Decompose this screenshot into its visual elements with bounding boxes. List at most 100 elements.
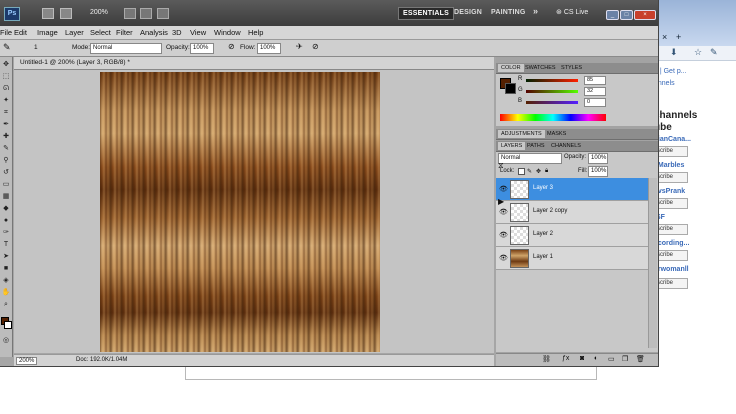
marquee-tool-icon[interactable]: ⬚ xyxy=(1,73,11,81)
layer-name[interactable]: Layer 3 xyxy=(533,185,553,191)
menu-file[interactable]: File xyxy=(0,28,12,37)
tab-swatches[interactable]: SWATCHES xyxy=(522,64,559,72)
subscribe-button[interactable]: scribe xyxy=(654,278,688,289)
minibridge-icon[interactable] xyxy=(60,8,72,19)
lock-transparent-icon[interactable] xyxy=(518,168,525,175)
actions-panel-icon[interactable]: ▶ xyxy=(498,197,504,206)
shape-tool-icon[interactable]: ■ xyxy=(1,265,11,273)
move-tool-icon[interactable]: ✥ xyxy=(1,61,11,69)
layer-style-icon[interactable]: ƒx xyxy=(562,355,569,362)
link-layers-icon[interactable]: ⛓ xyxy=(542,355,551,363)
menu-layer[interactable]: Layer xyxy=(65,28,84,37)
menu-image[interactable]: Image xyxy=(37,28,58,37)
bookmark-icon[interactable]: ☆ xyxy=(694,47,702,58)
layer-mask-icon[interactable]: ◙ xyxy=(580,355,584,362)
layer-name[interactable]: Layer 1 xyxy=(533,254,553,260)
blue-value[interactable]: 0 xyxy=(584,98,606,107)
layer-row-layer-2-copy[interactable]: 👁︎ Layer 2 copy xyxy=(496,201,648,224)
subscribe-button[interactable]: scribe xyxy=(654,250,688,261)
new-group-icon[interactable]: ▭ xyxy=(608,355,615,363)
workspace-design[interactable]: DESIGN xyxy=(454,9,482,16)
subscribe-button[interactable]: scribe xyxy=(654,198,688,209)
menu-analysis[interactable]: Analysis xyxy=(140,28,168,37)
cs-live-button[interactable]: ⊛ CS Live xyxy=(556,8,588,16)
menu-filter[interactable]: Filter xyxy=(116,28,133,37)
new-tab-icon[interactable]: + xyxy=(676,32,681,42)
healing-tool-icon[interactable]: ✚ xyxy=(1,133,11,141)
arrange-documents-icon[interactable] xyxy=(140,8,152,19)
download-icon[interactable]: ⬇ xyxy=(670,47,678,58)
close-tab-icon[interactable]: × xyxy=(662,32,667,42)
tab-adjustments[interactable]: ADJUSTMENTS xyxy=(498,130,545,138)
layers-scrollbar[interactable] xyxy=(648,178,657,348)
opacity-input[interactable]: 100% xyxy=(190,43,214,54)
path-select-tool-icon[interactable]: ➤ xyxy=(1,253,11,261)
eyedropper-tool-icon[interactable]: ✒ xyxy=(1,121,11,129)
screen-mode-icon[interactable] xyxy=(157,8,169,19)
workspace-essentials[interactable]: ESSENTIALS xyxy=(398,7,454,20)
more-workspaces-icon[interactable]: » xyxy=(533,6,538,16)
wrench-icon[interactable]: ✎ xyxy=(710,47,718,58)
zoom-level[interactable]: 200% xyxy=(90,9,108,16)
menu-window[interactable]: Window xyxy=(214,28,241,37)
menu-view[interactable]: View xyxy=(190,28,206,37)
status-zoom-input[interactable]: 200% xyxy=(16,357,38,365)
dodge-tool-icon[interactable]: ● xyxy=(1,217,11,225)
subscribe-button[interactable]: scribe xyxy=(654,224,688,235)
menu-3d[interactable]: 3D xyxy=(172,28,182,37)
subscribe-button[interactable]: scribe xyxy=(654,146,688,157)
layer-row-layer-1[interactable]: 👁︎ Layer 1 xyxy=(496,247,648,270)
type-tool-icon[interactable]: T xyxy=(1,241,11,249)
close-icon[interactable]: × xyxy=(634,10,656,20)
history-brush-tool-icon[interactable]: ↺ xyxy=(1,169,11,177)
new-layer-icon[interactable]: ❐ xyxy=(622,355,628,363)
hand-tool-icon[interactable]: ✋ xyxy=(1,289,11,297)
tab-masks[interactable]: MASKS xyxy=(544,130,569,138)
tab-paths[interactable]: PATHS xyxy=(524,142,548,150)
fill-input[interactable]: 100% xyxy=(588,166,608,177)
layer-row-layer-3[interactable]: 👁︎ Layer 3 xyxy=(496,178,648,201)
delete-layer-icon[interactable]: 🗑︎ xyxy=(636,355,645,363)
quick-mask-icon[interactable]: ◎ xyxy=(1,337,11,345)
visibility-eye-icon[interactable]: 👁︎ xyxy=(499,231,508,239)
flow-input[interactable]: 100% xyxy=(257,43,281,54)
tab-styles[interactable]: STYLES xyxy=(558,64,585,72)
channel-link[interactable]: ecording... xyxy=(654,240,689,247)
visibility-eye-icon[interactable]: 👁︎ xyxy=(499,208,508,216)
menu-help[interactable]: Help xyxy=(248,28,263,37)
airbrush-icon[interactable]: ✈ xyxy=(296,42,303,51)
brush-size[interactable]: 1 xyxy=(34,44,38,51)
channel-link[interactable]: sianCana... xyxy=(654,136,691,143)
visibility-eye-icon[interactable]: 👁︎ xyxy=(499,185,508,193)
pressure-opacity-icon[interactable]: ⊘ xyxy=(228,42,235,51)
gradient-tool-icon[interactable]: ▦ xyxy=(1,193,11,201)
brush-tool-icon[interactable]: ✎ xyxy=(3,42,11,53)
lock-pixels-icon[interactable]: ✎ xyxy=(527,168,532,175)
hair-texture-canvas[interactable] xyxy=(100,72,380,352)
tab-color[interactable]: COLOR xyxy=(498,64,524,72)
lock-all-icon[interactable]: 🔒︎ xyxy=(545,168,548,175)
lock-position-icon[interactable]: ✥ xyxy=(536,168,541,175)
document-tab[interactable]: Untitled-1 @ 200% (Layer 3, RGB/8) * xyxy=(14,57,494,70)
view-extras-icon[interactable] xyxy=(124,8,136,19)
background-swatch[interactable] xyxy=(505,83,516,94)
green-slider[interactable] xyxy=(526,90,578,93)
pen-tool-icon[interactable]: ✑ xyxy=(1,229,11,237)
layer-name[interactable]: Layer 2 copy xyxy=(533,208,567,214)
blur-tool-icon[interactable]: ◆ xyxy=(1,205,11,213)
menu-edit[interactable]: Edit xyxy=(14,28,27,37)
3d-tool-icon[interactable]: ◈ xyxy=(1,277,11,285)
menu-select[interactable]: Select xyxy=(90,28,111,37)
red-slider[interactable] xyxy=(526,79,578,82)
adjustment-layer-icon[interactable]: ◐ xyxy=(594,355,598,362)
color-spectrum-bar[interactable] xyxy=(500,114,606,121)
maximize-icon[interactable]: □ xyxy=(620,10,633,20)
minimize-icon[interactable]: _ xyxy=(606,10,619,20)
layer-row-layer-2[interactable]: 👁︎ Layer 2 xyxy=(496,224,648,247)
clone-stamp-tool-icon[interactable]: ⚲ xyxy=(1,157,11,165)
quick-select-tool-icon[interactable]: ✦ xyxy=(1,97,11,105)
workspace-painting[interactable]: PAINTING xyxy=(491,9,526,16)
layer-name[interactable]: Layer 2 xyxy=(533,231,553,237)
visibility-eye-icon[interactable]: 👁︎ xyxy=(499,254,508,262)
zoom-tool-icon[interactable]: ⌕ xyxy=(1,301,11,309)
